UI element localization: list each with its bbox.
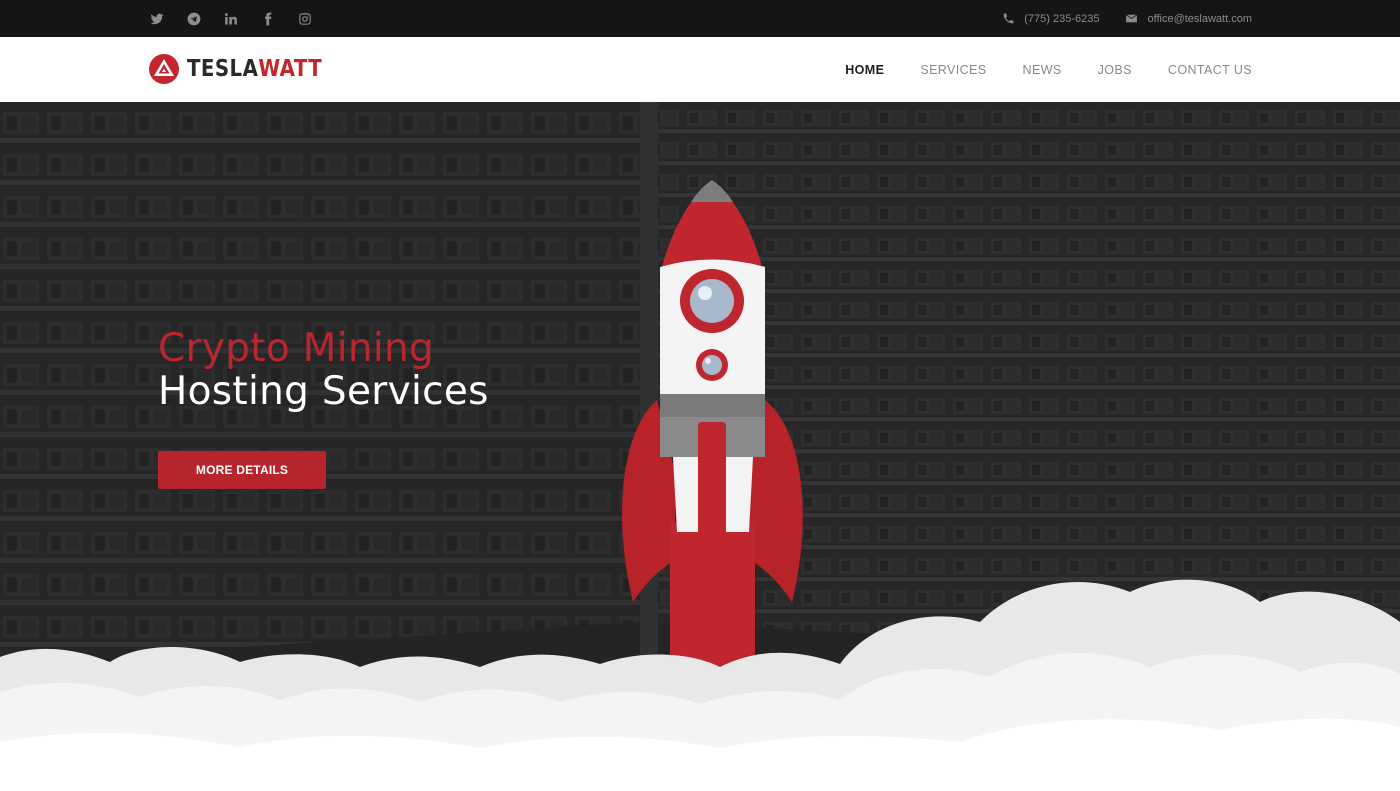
nav-services[interactable]: SERVICES bbox=[920, 63, 986, 77]
logo-mark-icon bbox=[149, 54, 179, 84]
hero-headline: Crypto Mining Hosting Services bbox=[158, 328, 489, 414]
nav-contact-us[interactable]: CONTACT US bbox=[1168, 63, 1252, 77]
envelope-icon bbox=[1126, 14, 1138, 23]
main-nav: HOME SERVICES NEWS JOBS CONTACT US bbox=[845, 37, 1252, 102]
nav-home[interactable]: HOME bbox=[845, 63, 884, 77]
phone-icon bbox=[1003, 13, 1014, 24]
phone-link[interactable]: (775) 235-6235 bbox=[1002, 12, 1099, 25]
instagram-icon[interactable] bbox=[296, 10, 313, 27]
facebook-icon[interactable] bbox=[259, 10, 276, 27]
hero-section: Crypto Mining Hosting Services MORE DETA… bbox=[0, 102, 1400, 791]
linkedin-icon[interactable] bbox=[222, 10, 239, 27]
logo-text-tesla: TESLA bbox=[187, 56, 259, 82]
telegram-icon[interactable] bbox=[185, 10, 202, 27]
contact-info: (775) 235-6235 office@teslawatt.com bbox=[1002, 0, 1252, 37]
logo-text-watt: WATT bbox=[258, 56, 323, 82]
email-link[interactable]: office@teslawatt.com bbox=[1125, 12, 1252, 25]
more-details-button[interactable]: MORE DETAILS bbox=[158, 451, 326, 489]
clouds-illustration bbox=[0, 579, 1400, 791]
top-bar: (775) 235-6235 office@teslawatt.com bbox=[0, 0, 1400, 37]
nav-jobs[interactable]: JOBS bbox=[1098, 63, 1132, 77]
hero-title-line1: Crypto Mining bbox=[158, 326, 435, 371]
phone-number: (775) 235-6235 bbox=[1024, 12, 1100, 25]
social-links bbox=[148, 0, 313, 37]
nav-news[interactable]: NEWS bbox=[1023, 63, 1062, 77]
main-header: TESLA WATT HOME SERVICES NEWS JOBS CONTAC… bbox=[0, 37, 1400, 102]
email-address: office@teslawatt.com bbox=[1147, 12, 1252, 25]
site-logo[interactable]: TESLA WATT bbox=[148, 52, 344, 86]
twitter-icon[interactable] bbox=[148, 10, 165, 27]
logo-wordmark: TESLA WATT bbox=[187, 56, 322, 82]
hero-title-line2: Hosting Services bbox=[158, 369, 489, 414]
